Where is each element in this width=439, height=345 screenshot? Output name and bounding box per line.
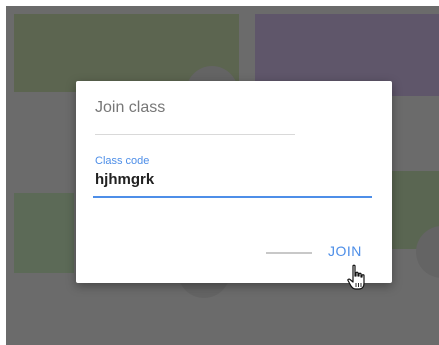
- dialog-title: Join class: [95, 99, 166, 116]
- cancel-button[interactable]: [266, 252, 312, 254]
- hand-pointer-icon: [347, 264, 365, 290]
- modal-backdrop[interactable]: Join class Class code JOIN: [6, 6, 439, 345]
- screen: Join class Class code JOIN: [0, 0, 439, 345]
- class-card-background: [14, 193, 74, 273]
- class-code-input[interactable]: [95, 171, 370, 188]
- class-code-label: Class code: [95, 155, 150, 167]
- join-class-dialog: Join class Class code JOIN: [76, 81, 392, 290]
- title-divider: [95, 134, 295, 135]
- class-code-underline: [93, 196, 372, 198]
- join-button[interactable]: JOIN: [328, 243, 362, 259]
